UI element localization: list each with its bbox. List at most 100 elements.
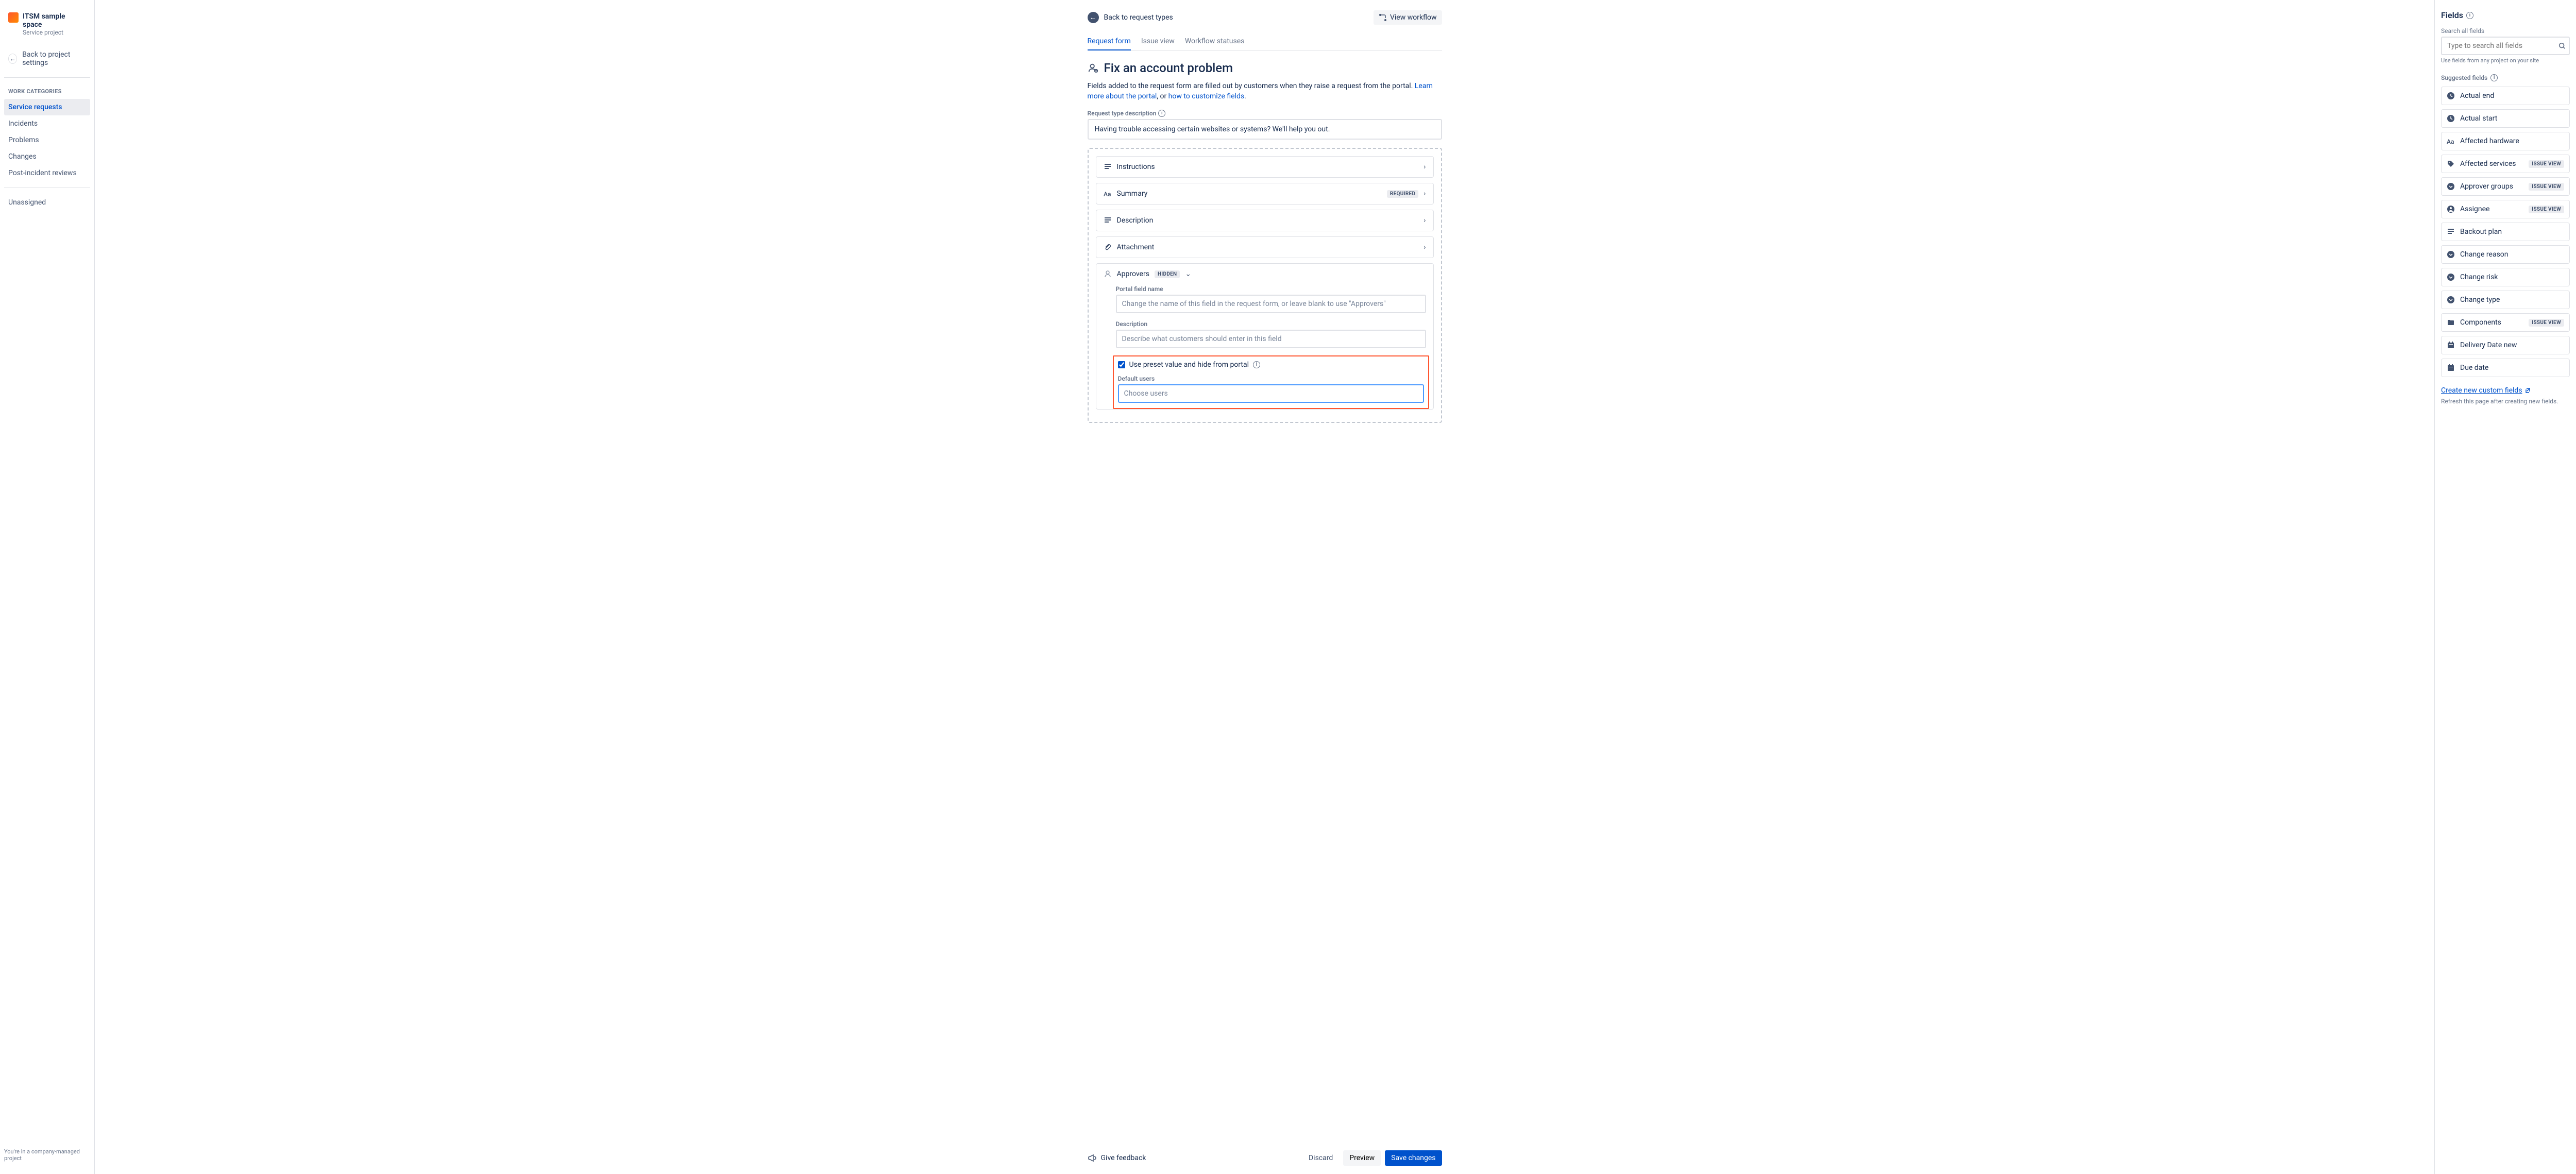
chevdown-icon — [2447, 273, 2455, 281]
tab-workflow-statuses[interactable]: Workflow statuses — [1185, 33, 1245, 50]
customize-fields-link[interactable]: how to customize fields — [1168, 92, 1244, 100]
field-card-label: Components — [2460, 318, 2523, 327]
action-bar: Give feedback Discard Preview Save chang… — [1079, 1142, 1450, 1174]
refresh-note: Refresh this page after creating new fie… — [2441, 398, 2570, 405]
sidebar-item-post-incident[interactable]: Post-incident reviews — [4, 165, 90, 181]
chevron-right-icon: › — [1423, 190, 1426, 198]
field-card[interactable]: Due date — [2441, 359, 2570, 377]
back-to-request-types-label: Back to request types — [1104, 13, 1173, 22]
fields-panel-title: Fields — [2441, 10, 2463, 20]
search-hint: Use fields from any project on your site — [2441, 57, 2570, 64]
info-icon[interactable]: i — [2466, 12, 2473, 19]
back-to-settings[interactable]: ← Back to project settings — [4, 46, 90, 71]
search-fields-label: Search all fields — [2441, 27, 2570, 35]
project-title: ITSM sample space — [23, 12, 86, 29]
info-icon[interactable]: i — [1158, 110, 1165, 117]
form-fields-container: Instructions › Aa Summary REQUIRED › Des… — [1088, 148, 1442, 423]
tab-issue-view[interactable]: Issue view — [1141, 33, 1175, 50]
discard-button[interactable]: Discard — [1302, 1150, 1339, 1166]
chevdown-icon — [2447, 296, 2455, 304]
sidebar-item-incidents[interactable]: Incidents — [4, 115, 90, 132]
field-card[interactable]: Approver groups ISSUE VIEW — [2441, 177, 2570, 196]
project-header: ITSM sample space Service project — [4, 8, 90, 40]
required-badge: REQUIRED — [1387, 190, 1418, 198]
field-card[interactable]: Components ISSUE VIEW — [2441, 313, 2570, 332]
view-workflow-button[interactable]: View workflow — [1374, 10, 1442, 25]
request-type-description[interactable]: Having trouble accessing certain website… — [1088, 119, 1442, 140]
create-custom-fields-link[interactable]: Create new custom fields — [2441, 386, 2570, 395]
text-icon: Aa — [2447, 137, 2455, 145]
folder-icon — [2447, 318, 2455, 327]
search-fields-input[interactable] — [2441, 37, 2570, 55]
field-card-label: Affected services — [2460, 160, 2523, 168]
give-feedback-label: Give feedback — [1101, 1154, 1146, 1162]
view-workflow-label: View workflow — [1390, 13, 1437, 22]
suggested-fields-text: Suggested fields — [2441, 74, 2487, 81]
sidebar-item-changes[interactable]: Changes — [4, 148, 90, 165]
clock-icon — [2447, 92, 2455, 100]
issue-view-badge: ISSUE VIEW — [2529, 183, 2564, 191]
field-row-approvers[interactable]: Approvers HIDDEN ⌄ — [1104, 270, 1426, 278]
field-card[interactable]: Delivery Date new — [2441, 336, 2570, 354]
back-to-request-types[interactable]: ← Back to request types — [1088, 12, 1173, 23]
desc-label: Request type description i — [1088, 110, 1442, 117]
main: ← Back to request types View workflow Re… — [95, 0, 2434, 1174]
field-card[interactable]: Actual end — [2441, 87, 2570, 105]
back-to-settings-label: Back to project settings — [22, 50, 86, 67]
svg-text:Aa: Aa — [2447, 138, 2454, 145]
preview-button[interactable]: Preview — [1343, 1150, 1381, 1166]
field-card[interactable]: Actual start — [2441, 109, 2570, 128]
field-row-description[interactable]: Description › — [1096, 210, 1434, 231]
cal-icon — [2447, 364, 2455, 372]
field-card-label: Delivery Date new — [2460, 341, 2564, 349]
work-categories-label: WORK CATEGORIES — [4, 84, 90, 99]
field-card-label: Assignee — [2460, 205, 2523, 213]
field-card[interactable]: Assignee ISSUE VIEW — [2441, 200, 2570, 218]
preset-checkbox[interactable] — [1118, 361, 1125, 368]
field-row-label: Approvers — [1117, 270, 1149, 278]
paragraph-icon — [1104, 216, 1112, 225]
field-card[interactable]: Aa Affected hardware — [2441, 132, 2570, 150]
footer-note: You're in a company-managed project — [4, 1144, 90, 1166]
field-description-input[interactable] — [1116, 330, 1426, 348]
sidebar-item-service-requests[interactable]: Service requests — [4, 99, 90, 115]
field-card[interactable]: Backout plan — [2441, 223, 2570, 241]
field-card-label: Actual end — [2460, 92, 2564, 100]
portal-field-name-input[interactable] — [1116, 295, 1426, 313]
user-icon — [1104, 270, 1112, 278]
help-text-3: . — [1244, 92, 1246, 100]
chevron-right-icon: › — [1423, 216, 1426, 225]
tab-request-form[interactable]: Request form — [1088, 33, 1131, 50]
field-row-label: Attachment — [1117, 243, 1419, 251]
field-row-approvers-expanded: Approvers HIDDEN ⌄ Portal field name Des… — [1096, 263, 1434, 410]
chevron-right-icon: › — [1423, 243, 1426, 251]
text-icon: Aa — [1104, 190, 1112, 198]
field-row-attachment[interactable]: Attachment › — [1096, 236, 1434, 258]
external-link-icon — [2524, 387, 2531, 394]
field-card[interactable]: Affected services ISSUE VIEW — [2441, 155, 2570, 173]
suggested-fields-label: Suggested fields i — [2441, 74, 2570, 81]
info-icon[interactable]: i — [2490, 74, 2498, 81]
sidebar: ITSM sample space Service project ← Back… — [0, 0, 95, 1174]
save-changes-button[interactable]: Save changes — [1385, 1150, 1442, 1166]
field-card[interactable]: Change type — [2441, 291, 2570, 309]
default-users-input[interactable] — [1118, 384, 1424, 403]
sidebar-item-unassigned[interactable]: Unassigned — [4, 194, 90, 211]
field-row-summary[interactable]: Aa Summary REQUIRED › — [1096, 183, 1434, 205]
help-text-1: Fields added to the request form are fil… — [1088, 82, 1415, 90]
field-card[interactable]: Change reason — [2441, 245, 2570, 264]
field-card-label: Change type — [2460, 296, 2564, 304]
desc-label-text: Request type description — [1088, 110, 1157, 117]
info-icon[interactable]: i — [1253, 361, 1260, 368]
issue-view-badge: ISSUE VIEW — [2529, 206, 2564, 213]
give-feedback-link[interactable]: Give feedback — [1088, 1153, 1298, 1163]
sidebar-item-problems[interactable]: Problems — [4, 132, 90, 148]
issue-view-badge: ISSUE VIEW — [2529, 160, 2564, 168]
svg-text:⚙: ⚙ — [1095, 70, 1097, 73]
workflow-icon — [1379, 13, 1387, 22]
attachment-icon — [1104, 243, 1112, 251]
suggested-fields-list: Actual end Actual start Aa Affected hard… — [2441, 87, 2570, 381]
field-card[interactable]: Change risk — [2441, 268, 2570, 286]
field-row-instructions[interactable]: Instructions › — [1096, 156, 1434, 178]
back-arrow-icon: ← — [1088, 12, 1099, 23]
